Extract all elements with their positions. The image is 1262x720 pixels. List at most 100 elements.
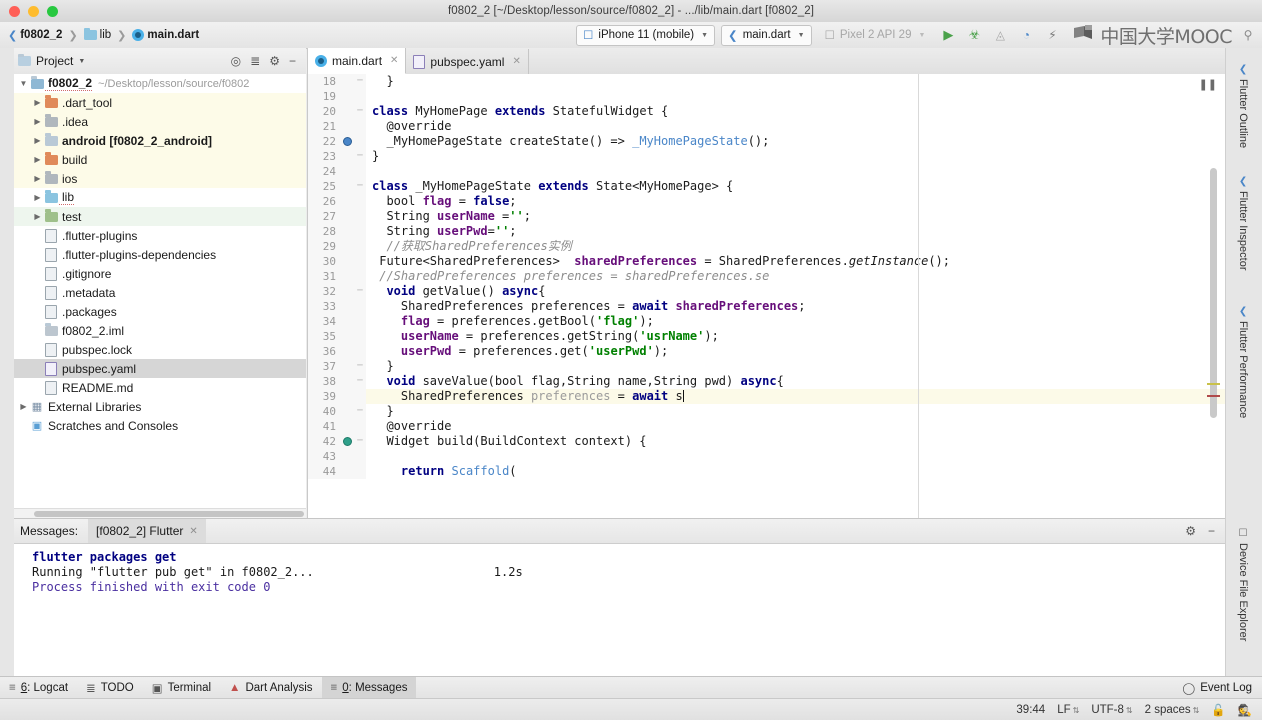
tree-row-iml[interactable]: f0802_2.iml	[14, 321, 306, 340]
tree-row-flutter-plugins[interactable]: .flutter-plugins	[14, 226, 306, 245]
code-line[interactable]: 40 ─ }	[308, 404, 1226, 419]
tree-row-gitignore[interactable]: .gitignore	[14, 264, 306, 283]
project-tree[interactable]: ▼ f0802_2 ~/Desktop/lesson/source/f0802 …	[14, 74, 306, 508]
editor-inspection-indicator[interactable]: ❚❚	[1199, 78, 1217, 91]
tree-row-project[interactable]: ▼ f0802_2 ~/Desktop/lesson/source/f0802	[14, 74, 306, 93]
close-icon[interactable]: ✕	[189, 526, 197, 537]
twisty-icon[interactable]: ▼	[18, 79, 29, 88]
debug-button[interactable]: ☣	[964, 25, 984, 45]
search-everywhere-icon[interactable]: ⚲	[1238, 25, 1258, 45]
code-line[interactable]: 38 ─ void saveValue(bool flag,String name…	[308, 374, 1226, 389]
settings-gear-icon[interactable]: ⚙	[269, 54, 280, 68]
code-line[interactable]: 23 ─}	[308, 149, 1226, 164]
code-line[interactable]: 36 userPwd = preferences.get('userPwd');	[308, 344, 1226, 359]
breadcrumb-item-project[interactable]: ❮ f0802_2	[6, 28, 64, 43]
code-line[interactable]: 24	[308, 164, 1226, 179]
code-fold-handle[interactable]: ─	[354, 104, 366, 119]
code-line[interactable]: 26 bool flag = false;	[308, 194, 1226, 209]
code-line[interactable]: 42 ─ Widget build(BuildContext context) {	[308, 434, 1226, 449]
collapse-all-icon[interactable]: ≣	[250, 54, 260, 68]
twisty-icon[interactable]: ▶	[32, 155, 43, 164]
tool-button-messages[interactable]: ≡ 0: Messages	[321, 677, 417, 699]
settings-gear-icon[interactable]: ⚙	[1185, 524, 1196, 538]
code-line[interactable]: 39 SharedPreferences preferences = await…	[308, 389, 1226, 404]
messages-output[interactable]: flutter packages get Running "flutter pu…	[14, 544, 1225, 595]
code-fold-handle[interactable]: ─	[354, 284, 366, 299]
hide-icon[interactable]: −	[1208, 524, 1215, 538]
tree-row-flutter-plugins-dependencies[interactable]: .flutter-plugins-dependencies	[14, 245, 306, 264]
hot-reload-button[interactable]: ⚡	[1042, 25, 1062, 45]
code-line[interactable]: 27 String userName ='';	[308, 209, 1226, 224]
locate-icon[interactable]: ◎	[231, 54, 241, 68]
code-line[interactable]: 37 ─ }	[308, 359, 1226, 374]
code-line[interactable]: 30 Future<SharedPreferences> sharedPrefe…	[308, 254, 1226, 269]
device-selector[interactable]: ☐ iPhone 11 (mobile) ▼	[576, 24, 716, 46]
editor-error-marker[interactable]	[1207, 395, 1220, 397]
tree-row-build[interactable]: ▶ build	[14, 150, 306, 169]
code-line[interactable]: 44 return Scaffold(	[308, 464, 1226, 479]
code-line[interactable]: 21 @override	[308, 119, 1226, 134]
run-configuration-selector[interactable]: ❮ main.dart ▼	[721, 24, 812, 46]
twisty-icon[interactable]: ▶	[32, 98, 43, 107]
tool-button-dart-analysis[interactable]: ▲ Dart Analysis	[220, 677, 322, 699]
code-line[interactable]: 29 //获取SharedPreferences实例	[308, 239, 1226, 254]
gutter-override-icon[interactable]	[340, 434, 354, 449]
code-fold-handle[interactable]: ─	[354, 434, 366, 449]
tree-row-dart-tool[interactable]: ▶ .dart_tool	[14, 93, 306, 112]
run-button[interactable]: ▶	[938, 25, 958, 45]
twisty-icon[interactable]: ▶	[32, 212, 43, 221]
profile-button[interactable]: ◬	[990, 25, 1010, 45]
tool-button-todo[interactable]: ≣ TODO	[77, 677, 143, 699]
code-fold-handle[interactable]: ─	[354, 149, 366, 164]
editor-tab-main-dart[interactable]: main.dart ✕	[308, 48, 407, 74]
tool-button-terminal[interactable]: ▣ Terminal	[143, 677, 220, 699]
line-separator-widget[interactable]: LF ⇅	[1057, 704, 1079, 716]
code-line[interactable]: 43	[308, 449, 1226, 464]
code-line[interactable]: 20 ─ class MyHomePage extends StatefulWidg…	[308, 104, 1226, 119]
unlock-icon[interactable]: 🔓	[1211, 703, 1225, 717]
code-line[interactable]: 22 _MyHomePageState createState() => _My…	[308, 134, 1226, 149]
hide-icon[interactable]: −	[289, 54, 296, 68]
devtools-button[interactable]: ◔	[1016, 25, 1036, 45]
code-line[interactable]: 28 String userPwd='';	[308, 224, 1226, 239]
editor-warning-marker[interactable]	[1207, 383, 1220, 385]
tree-row-pubspec-yaml[interactable]: pubspec.yaml	[14, 359, 306, 378]
close-icon[interactable]: ✕	[390, 55, 398, 66]
tree-row-packages[interactable]: .packages	[14, 302, 306, 321]
tree-row-external-libraries[interactable]: ▶ ▦ External Libraries	[14, 397, 306, 416]
indent-widget[interactable]: 2 spaces ⇅	[1145, 704, 1200, 716]
code-line[interactable]: 35 userName = preferences.getString('usr…	[308, 329, 1226, 344]
tree-row-pubspec-lock[interactable]: pubspec.lock	[14, 340, 306, 359]
tree-row-metadata[interactable]: .metadata	[14, 283, 306, 302]
project-panel-title-group[interactable]: Project ▼	[18, 53, 85, 68]
code-fold-handle[interactable]: ─	[354, 179, 366, 194]
rail-item-flutter-inspector[interactable]: ❮ Flutter Inspector	[1237, 168, 1249, 278]
code-fold-handle[interactable]: ─	[354, 374, 366, 389]
event-log-button[interactable]: ◯ Event Log	[1182, 681, 1262, 695]
code-line[interactable]: 33 SharedPreferences preferences = await…	[308, 299, 1226, 314]
tree-row-test[interactable]: ▶ test	[14, 207, 306, 226]
tree-row-lib[interactable]: ▶ lib	[14, 188, 306, 207]
rail-item-flutter-outline[interactable]: ❮ Flutter Outline	[1237, 56, 1249, 156]
encoding-widget[interactable]: UTF-8 ⇅	[1091, 704, 1132, 716]
inspection-icon[interactable]: 🕵	[1238, 703, 1252, 717]
gutter-override-icon[interactable]	[340, 134, 354, 149]
twisty-icon[interactable]: ▶	[32, 136, 43, 145]
avd-selector[interactable]: ☐ Pixel 2 API 29 ▼	[818, 25, 933, 46]
breadcrumb-item-lib[interactable]: lib	[82, 27, 114, 42]
messages-tab-flutter[interactable]: [f0802_2] Flutter ✕	[88, 519, 206, 543]
twisty-icon[interactable]: ▶	[32, 193, 43, 202]
tree-row-scratches[interactable]: ▣ Scratches and Consoles	[14, 416, 306, 435]
twisty-icon[interactable]: ▶	[32, 117, 43, 126]
code-line[interactable]: 25 ─ class _MyHomePageState extends State<…	[308, 179, 1226, 194]
code-fold-handle[interactable]: ─	[354, 359, 366, 374]
editor-tab-pubspec-yaml[interactable]: pubspec.yaml ✕	[406, 49, 529, 74]
tool-button-logcat[interactable]: ≡ 6: Logcat	[0, 677, 77, 699]
code-line[interactable]: 31 //SharedPreferences preferences = sha…	[308, 269, 1226, 284]
code-fold-handle[interactable]: ─	[354, 404, 366, 419]
tree-row-idea[interactable]: ▶ .idea	[14, 112, 306, 131]
caret-position-widget[interactable]: 39:44	[1016, 704, 1045, 716]
code-line[interactable]: 19	[308, 89, 1226, 104]
twisty-icon[interactable]: ▶	[18, 402, 29, 411]
code-fold-handle[interactable]: ─	[354, 74, 366, 89]
